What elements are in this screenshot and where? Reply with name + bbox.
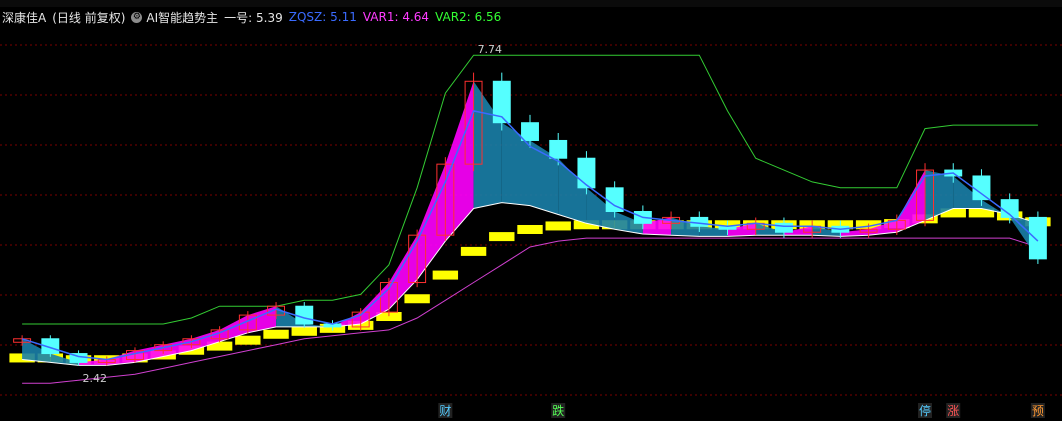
candle-body[interactable] <box>690 216 709 227</box>
signal-label: 停 <box>919 403 931 418</box>
zqsz-step-bar <box>404 294 430 304</box>
candle-body[interactable] <box>295 305 314 325</box>
trend-ribbon-segment <box>445 81 474 242</box>
zqsz-step-bar <box>263 329 289 339</box>
candle-body[interactable] <box>1028 216 1047 260</box>
price-chart[interactable]: 7.74 2.42 财 跌 停 涨 预 <box>0 0 1062 421</box>
candle-body[interactable] <box>972 175 991 201</box>
zqsz-step-bar <box>489 232 515 242</box>
high-price-label: 7.74 <box>478 43 503 56</box>
candle-body[interactable] <box>521 122 539 141</box>
zqsz-step-bar <box>545 221 571 231</box>
candle-body[interactable] <box>549 139 568 159</box>
candle-body[interactable] <box>774 222 793 233</box>
zqsz-step-bar <box>432 270 459 280</box>
zqsz-step-bar <box>235 335 261 345</box>
zqsz-step-bar <box>517 224 543 234</box>
signal-label: 跌 <box>552 403 564 418</box>
signal-label: 财 <box>439 404 451 418</box>
zqsz-step-bar <box>291 326 317 336</box>
signal-label: 涨 <box>947 403 959 418</box>
zqsz-step-bar <box>460 246 487 256</box>
candle-body[interactable] <box>577 157 596 189</box>
low-price-label: 2.42 <box>83 372 108 385</box>
signal-label: 预 <box>1032 404 1044 418</box>
support-line <box>22 237 1039 384</box>
trend-ribbon-segment <box>417 164 446 280</box>
